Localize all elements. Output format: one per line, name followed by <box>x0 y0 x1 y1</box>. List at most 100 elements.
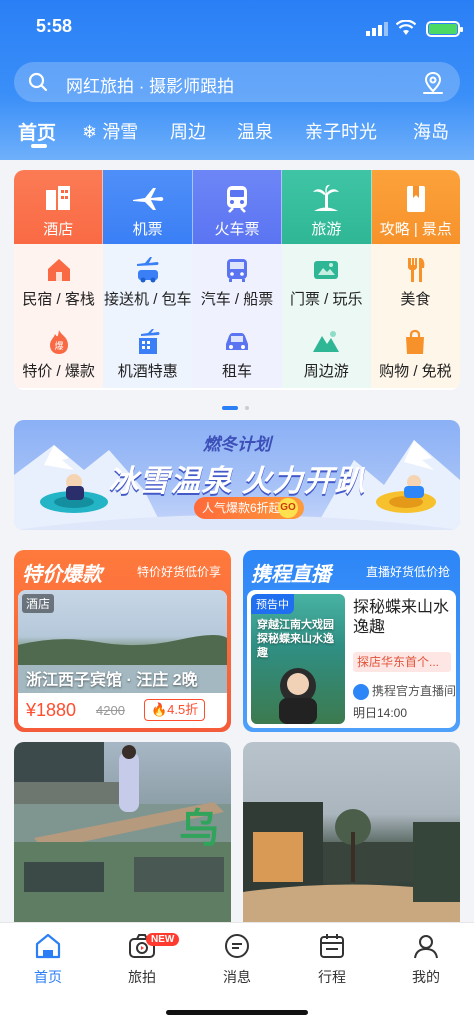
promo-banner[interactable]: 燃冬计划 冰雪温泉 火力开趴 人气爆款6折起 GO <box>14 420 460 530</box>
bus-icon <box>227 259 247 282</box>
shopping-bag-icon <box>406 329 425 354</box>
courtyard-photo <box>243 802 460 922</box>
poster-text: 穿越江南大戏园 探秘蝶来山水逸趣 <box>257 619 334 659</box>
grid-label: 汽车 / 船票 <box>200 291 274 308</box>
tab-skiing[interactable]: ❄ 滑雪 <box>82 118 138 144</box>
tabbar-label: 旅拍 <box>128 969 156 985</box>
live-item[interactable]: 预告中 穿越江南大戏园 探秘蝶来山水逸趣 探秘蝶来山水逸趣 探店华东首个... … <box>247 590 456 728</box>
tabbar-label: 我的 <box>412 969 440 985</box>
banner-go-button[interactable]: GO <box>278 498 298 518</box>
price: ¥1880 <box>26 700 77 720</box>
home-icon <box>35 933 61 959</box>
grid-homestay[interactable]: 民宿 / 客栈 <box>14 244 104 316</box>
deal-item[interactable]: 酒店 浙江西子宾馆 · 汪庄 2晚 ¥1880 4200 🔥4.5折 <box>18 590 227 728</box>
category-tabs: 首页 ❄ 滑雪 周边 温泉 亲子时光 海岛 <box>0 118 474 158</box>
tabbar-label: 首页 <box>34 969 62 985</box>
channel-avatar <box>353 683 369 700</box>
live-title: 探秘蝶来山水逸趣 <box>353 599 450 636</box>
homestay-icon <box>47 259 70 281</box>
wifi-icon <box>396 20 416 35</box>
grid-guides[interactable]: 攻略 | 景点 <box>371 170 460 244</box>
grid-food[interactable]: 美食 <box>370 244 460 316</box>
grid-label: 购物 / 免税 <box>379 363 452 380</box>
tabbar-profile[interactable]: 我的 <box>386 931 466 987</box>
tabbar-itinerary[interactable]: 行程 <box>292 931 372 987</box>
banner-supertitle: 燃冬计划 <box>203 435 271 454</box>
discount-badge: 🔥4.5折 <box>144 699 206 721</box>
live-stream-card[interactable]: 携程直播 直播好货低价抢 预告中 穿越江南大戏园 探秘蝶来山水逸趣 探秘蝶来山水… <box>243 550 460 732</box>
car-icon <box>226 333 248 350</box>
card-title: 携程直播 <box>251 564 331 586</box>
grid-label: 特价 / 爆款 <box>22 363 95 380</box>
grid-train[interactable]: 火车票 <box>192 170 283 244</box>
message-icon <box>225 934 249 958</box>
grid-tickets[interactable]: 门票 / 玩乐 <box>281 244 371 316</box>
tabbar-label: 行程 <box>318 969 346 985</box>
grid-label: 机票 <box>132 221 163 238</box>
guidebook-icon <box>406 186 425 212</box>
tabbar-travel-photo[interactable]: 旅拍 NEW <box>102 931 182 987</box>
grid-tours[interactable]: 旅游 <box>282 170 372 244</box>
calendar-icon <box>320 934 344 958</box>
product-name: 浙江西子宾馆 · 汪庄 2晚 <box>26 672 198 689</box>
tab-home[interactable]: 首页 <box>18 118 56 145</box>
tab-island[interactable]: 海岛 <box>413 118 449 144</box>
category-tag: 酒店 <box>22 594 55 613</box>
grid-transfer[interactable]: 接送机 / 包车 <box>103 244 193 316</box>
banner-title: 冰雪温泉 火力开趴 <box>108 465 366 498</box>
search-icon <box>28 72 48 92</box>
grid-label: 机酒特惠 <box>117 363 178 380</box>
grid-flights[interactable]: 机票 <box>103 170 193 244</box>
hotel-icon <box>46 186 71 210</box>
battery-icon <box>426 21 463 37</box>
home-indicator <box>166 1010 308 1015</box>
grid-nearby-tours[interactable]: 周边游 <box>281 316 371 388</box>
grid-deals[interactable]: 爆 特价 / 爆款 <box>14 316 104 388</box>
hotel-photo: 酒店 浙江西子宾馆 · 汪庄 2晚 <box>18 590 227 693</box>
svg-text:乌: 乌 <box>179 806 219 852</box>
feed-card[interactable] <box>243 742 460 922</box>
original-price: 4200 <box>96 703 125 718</box>
card-subtitle: 特价好货低价享 <box>136 565 221 579</box>
live-tag: 探店华东首个... <box>353 652 451 672</box>
feed-card[interactable]: 乌 <box>14 742 231 922</box>
card-subtitle: 直播好货低价抢 <box>365 565 450 579</box>
tabbar-messages[interactable]: 消息 <box>197 931 277 987</box>
search-placeholder: 网红旅拍 · 摄影师跟拍 <box>66 77 235 96</box>
svg-text:爆: 爆 <box>54 340 63 352</box>
grid-label: 租车 <box>222 363 253 380</box>
special-deals-card[interactable]: 特价爆款 特价好货低价享 酒店 浙江西子宾馆 · 汪庄 2晚 ¥1880 420… <box>14 550 231 732</box>
channel-label: 携程官方直播间 <box>372 684 456 698</box>
airplane-icon <box>132 188 163 210</box>
grid-label: 民宿 / 客栈 <box>22 291 95 308</box>
tab-hot-spring[interactable]: 温泉 <box>237 118 273 144</box>
train-icon <box>227 186 248 213</box>
channel-name: 携程官方直播间 <box>353 682 456 700</box>
grid-bus-ferry[interactable]: 汽车 / 船票 <box>192 244 282 316</box>
category-grid: 酒店 机票 火车票 旅游 攻略 | 景点 民宿 / 客栈 接送机 / 包车 汽车… <box>14 170 460 390</box>
grid-car-rental[interactable]: 租车 <box>192 316 282 388</box>
search-bar[interactable]: 网红旅拍 · 摄影师跟拍 <box>14 62 460 102</box>
new-badge: NEW <box>146 933 180 946</box>
ticket-icon <box>314 261 339 279</box>
location-icon[interactable] <box>420 70 446 96</box>
status-bar: 5:58 <box>0 0 474 56</box>
preview-badge: 预告中 <box>251 594 294 614</box>
grid-label: 旅游 <box>311 221 342 238</box>
grid-label: 美食 <box>400 291 431 308</box>
mountain-icon <box>313 331 340 352</box>
tabbar-home[interactable]: 首页 <box>8 931 88 987</box>
palm-tree-icon <box>313 184 340 211</box>
grid-shopping[interactable]: 购物 / 免税 <box>370 316 460 388</box>
grid-label: 火车票 <box>214 221 260 238</box>
signal-icon <box>366 22 388 36</box>
flight-hotel-icon <box>138 329 160 354</box>
tab-family[interactable]: 亲子时光 <box>305 118 377 144</box>
grid-flight-hotel[interactable]: 机酒特惠 <box>103 316 193 388</box>
tab-nearby[interactable]: 周边 <box>170 118 206 144</box>
grid-hotel[interactable]: 酒店 <box>14 170 104 244</box>
user-icon <box>414 935 438 959</box>
live-poster: 预告中 穿越江南大戏园 探秘蝶来山水逸趣 <box>251 594 345 724</box>
grid-label: 攻略 | 景点 <box>379 221 452 238</box>
header: 5:58 网红旅拍 · 摄影师跟拍 首页 ❄ 滑雪 周边 温泉 亲子时光 海岛 <box>0 0 474 160</box>
